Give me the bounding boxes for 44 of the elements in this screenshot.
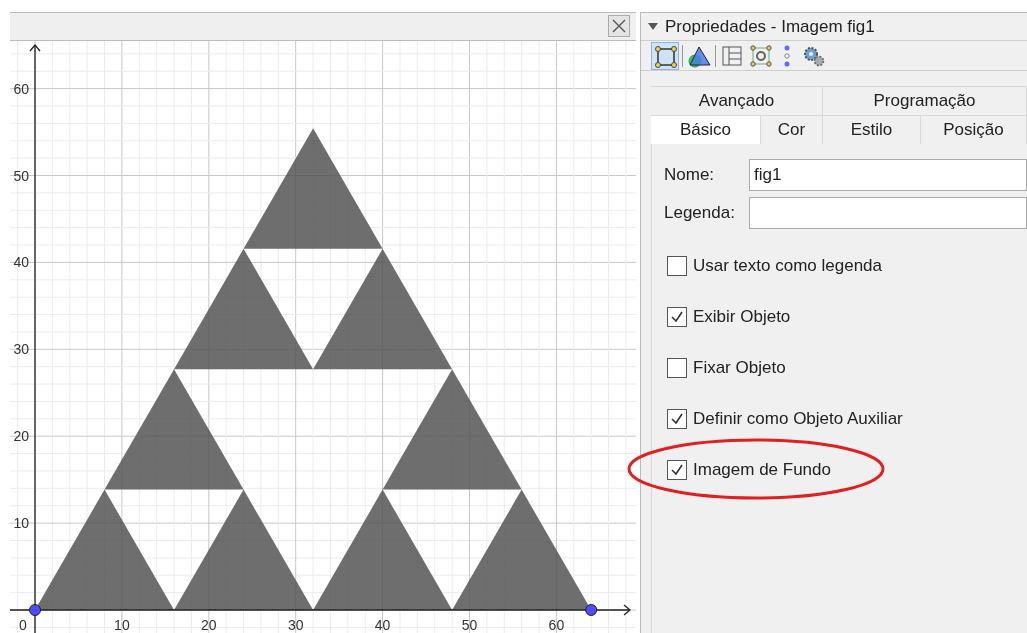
check-icon (670, 411, 684, 426)
checkbox-label: Usar texto como legenda (693, 254, 882, 277)
checkbox[interactable] (667, 255, 687, 276)
tab[interactable]: Avançado (651, 86, 823, 115)
checkbox-label: Fixar Objeto (693, 356, 786, 379)
tick-label: 50 (461, 616, 478, 633)
tick-label: 30 (13, 341, 29, 358)
point[interactable] (585, 603, 598, 616)
check-icon (670, 309, 684, 324)
checkbox-label: Definir como Objeto Auxiliar (693, 407, 903, 430)
tick-label: 10 (114, 616, 130, 633)
tick-label: 30 (287, 616, 304, 633)
tick-label: 20 (13, 428, 29, 445)
select-icon[interactable] (651, 41, 679, 70)
collapse-icon[interactable] (647, 21, 659, 32)
field-label: Legenda: (664, 202, 736, 225)
tick-label: 20 (201, 616, 217, 633)
point[interactable] (29, 603, 41, 616)
checkbox[interactable] (667, 408, 687, 429)
field-label: Nome: (664, 164, 716, 187)
check-icon (670, 462, 684, 477)
checkbox-label: Imagem de Fundo (693, 458, 831, 481)
tick-label: 0 (19, 616, 27, 633)
close-button[interactable] (608, 15, 630, 38)
tick-label: 50 (13, 167, 29, 184)
checkbox-label: Exibir Objeto (693, 305, 791, 328)
tab[interactable]: Estilo (823, 115, 921, 144)
checkbox[interactable] (667, 459, 687, 480)
tick-label: 40 (13, 254, 29, 271)
close-icon (611, 18, 627, 35)
panel-title: Propriedades - Imagem fig1 (665, 15, 875, 38)
gear-frame-icon[interactable] (748, 42, 774, 69)
input-field[interactable] (749, 197, 1027, 229)
tab[interactable]: Programação (823, 86, 1027, 115)
tick-label: 10 (13, 515, 29, 532)
checkbox[interactable] (667, 306, 687, 327)
tab[interactable]: Básico (651, 115, 761, 144)
tick-label: 60 (548, 616, 565, 633)
input-field[interactable]: fig1 (749, 159, 1027, 191)
tick-label: 60 (13, 80, 29, 97)
tab[interactable]: Posição (921, 115, 1027, 144)
tick-label: 40 (374, 616, 391, 633)
checkbox[interactable] (667, 357, 687, 378)
tab[interactable]: Cor (761, 115, 823, 144)
